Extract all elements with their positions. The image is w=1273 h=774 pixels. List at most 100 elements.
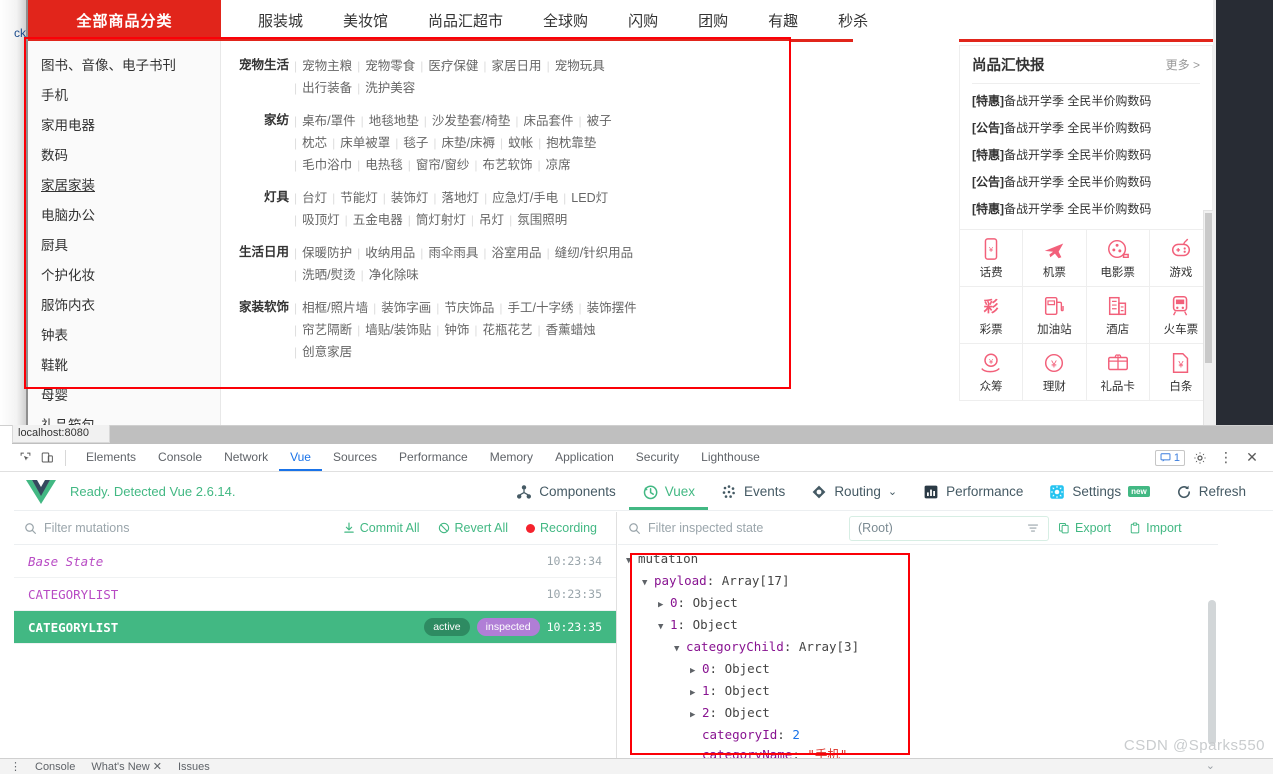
mega-link[interactable]: 蚊帐 (508, 136, 533, 150)
tree-node-1[interactable]: ▼ payload: Array[17] (626, 571, 1218, 593)
mega-link[interactable]: 帘艺隔断 (302, 323, 352, 337)
revert-all-button[interactable]: Revert All (429, 521, 518, 535)
tree-node-2[interactable]: ▶ 0: Object (626, 593, 1218, 615)
service-cell-酒店[interactable]: 酒店 (1086, 287, 1150, 344)
vue-action-routing[interactable]: Routing ⌄ (798, 473, 910, 510)
sidebar-item-4[interactable]: 家居家装 (28, 171, 220, 201)
mega-link[interactable]: 吊灯 (479, 213, 504, 227)
vue-action-performance[interactable]: Performance (910, 473, 1036, 510)
devtools-tab-memory[interactable]: Memory (479, 444, 544, 471)
mega-link[interactable]: 净化除味 (369, 268, 419, 282)
device-toolbar-icon[interactable] (36, 448, 58, 468)
mega-link[interactable]: 台灯 (302, 191, 327, 205)
mutation-row-2[interactable]: CATEGORYLIST active inspected 10:23:35 (14, 611, 616, 644)
mega-link[interactable]: 枕芯 (302, 136, 327, 150)
mutation-row-1[interactable]: CATEGORYLIST 10:23:35 (14, 578, 616, 611)
news-item-4[interactable]: [特惠]备战开学季 全民半价购数码 (972, 196, 1200, 223)
mega-link[interactable]: 毯子 (403, 136, 428, 150)
service-cell-加油站[interactable]: 加油站 (1023, 287, 1087, 344)
news-item-3[interactable]: [公告]备战开学季 全民半价购数码 (972, 169, 1200, 196)
mega-link[interactable]: 节庆饰品 (444, 301, 494, 315)
devtools-tab-vue[interactable]: Vue (279, 444, 322, 471)
topnav-item-0[interactable]: 服装城 (238, 10, 323, 31)
service-cell-电影票[interactable]: 电影票 (1086, 230, 1150, 287)
mega-link[interactable]: 宠物玩具 (555, 59, 605, 73)
mega-link[interactable]: 桌布/罩件 (302, 114, 355, 128)
mega-link[interactable]: 抱枕靠垫 (546, 136, 596, 150)
mega-link[interactable]: 手工/十字绣 (508, 301, 574, 315)
sidebar-item-1[interactable]: 手机 (28, 81, 220, 111)
chevron-down-icon[interactable]: ▼ (642, 573, 654, 593)
devtools-tab-application[interactable]: Application (544, 444, 625, 471)
scrollbar-thumb[interactable] (1205, 213, 1212, 363)
mega-link[interactable]: 花瓶花艺 (483, 323, 533, 337)
all-categories-button[interactable]: 全部商品分类 (28, 0, 221, 40)
topnav-item-2[interactable]: 尚品汇超市 (408, 10, 523, 31)
mega-link[interactable]: 毛巾浴巾 (302, 158, 352, 172)
drawer-kebab-icon[interactable]: ⋮ (4, 760, 27, 773)
vue-action-refresh[interactable]: Refresh (1163, 473, 1259, 510)
chevron-right-icon[interactable]: ▶ (690, 705, 702, 725)
topnav-item-7[interactable]: 秒杀 (818, 10, 888, 31)
close-devtools-icon[interactable]: ✕ (1241, 448, 1263, 468)
inspect-element-icon[interactable] (14, 448, 36, 468)
mega-link[interactable]: 家居日用 (492, 59, 542, 73)
mega-link[interactable]: 氛围照明 (517, 213, 567, 227)
devtools-tab-console[interactable]: Console (147, 444, 213, 471)
sidebar-item-6[interactable]: 厨具 (28, 231, 220, 261)
chevron-right-icon[interactable]: ▶ (690, 661, 702, 681)
news-item-1[interactable]: [公告]备战开学季 全民半价购数码 (972, 115, 1200, 142)
news-more-link[interactable]: 更多 > (1166, 56, 1200, 73)
tree-node-3[interactable]: ▼ 1: Object (626, 615, 1218, 637)
recording-toggle[interactable]: Recording (517, 521, 606, 535)
drawer-item-1[interactable]: What's New ✕ (83, 760, 170, 773)
mega-link[interactable]: 雨伞雨具 (428, 246, 478, 260)
mega-link[interactable]: 相框/照片墙 (302, 301, 368, 315)
mega-link[interactable]: LED灯 (571, 191, 608, 205)
mega-link[interactable]: 床品套件 (523, 114, 573, 128)
sidebar-item-9[interactable]: 钟表 (28, 321, 220, 351)
mega-link[interactable]: 洗晒/熨烫 (302, 268, 355, 282)
settings-gear-icon[interactable] (1189, 448, 1211, 468)
topnav-item-5[interactable]: 团购 (678, 10, 748, 31)
service-cell-机票[interactable]: 机票 (1023, 230, 1087, 287)
state-filter-input[interactable] (648, 521, 843, 535)
mega-link[interactable]: 出行装备 (302, 81, 352, 95)
chevron-down-icon[interactable]: ▼ (658, 617, 670, 637)
mega-link[interactable]: 电热毯 (365, 158, 403, 172)
more-options-kebab-icon[interactable]: ⋮ (1215, 448, 1237, 468)
mega-link[interactable]: 吸顶灯 (302, 213, 340, 227)
mega-link[interactable]: 筒灯射灯 (416, 213, 466, 227)
mega-link[interactable]: 浴室用品 (492, 246, 542, 260)
devtools-tab-lighthouse[interactable]: Lighthouse (690, 444, 771, 471)
service-cell-礼品卡[interactable]: 礼品卡 (1086, 344, 1150, 401)
commit-all-button[interactable]: Commit All (334, 521, 429, 535)
devtools-tab-network[interactable]: Network (213, 444, 279, 471)
chevron-right-icon[interactable]: ▶ (690, 683, 702, 703)
mega-link[interactable]: 五金电器 (353, 213, 403, 227)
tree-node-4[interactable]: ▼ categoryChild: Array[3] (626, 637, 1218, 659)
news-item-2[interactable]: [特惠]备战开学季 全民半价购数码 (972, 142, 1200, 169)
mega-link[interactable]: 布艺软饰 (483, 158, 533, 172)
sidebar-item-11[interactable]: 母婴 (28, 381, 220, 411)
mega-link[interactable]: 落地灯 (442, 191, 480, 205)
root-scope-select[interactable]: (Root) (849, 515, 1049, 541)
mega-link[interactable]: 床单被罩 (340, 136, 390, 150)
mega-link[interactable]: 应急灯/手电 (492, 191, 558, 205)
mega-link[interactable]: 装饰字画 (381, 301, 431, 315)
vue-action-settings[interactable]: Settings new (1036, 473, 1162, 510)
mega-link[interactable]: 钟饰 (444, 323, 469, 337)
scrollbar-thumb[interactable] (1208, 600, 1216, 745)
devtools-tab-sources[interactable]: Sources (322, 444, 388, 471)
mega-link[interactable]: 宠物主粮 (302, 59, 352, 73)
mega-link[interactable]: 节能灯 (340, 191, 378, 205)
vue-action-events[interactable]: Events (708, 473, 798, 510)
tree-node-5[interactable]: ▶ 0: Object (626, 659, 1218, 681)
mega-link[interactable]: 洗护美容 (365, 81, 415, 95)
sidebar-item-7[interactable]: 个护化妆 (28, 261, 220, 291)
devtools-tab-security[interactable]: Security (625, 444, 690, 471)
message-count-badge[interactable]: 1 (1154, 449, 1185, 466)
service-cell-话费[interactable]: ¥ 话费 (960, 230, 1024, 287)
mega-link[interactable]: 创意家居 (302, 345, 352, 359)
topnav-item-6[interactable]: 有趣 (748, 10, 818, 31)
